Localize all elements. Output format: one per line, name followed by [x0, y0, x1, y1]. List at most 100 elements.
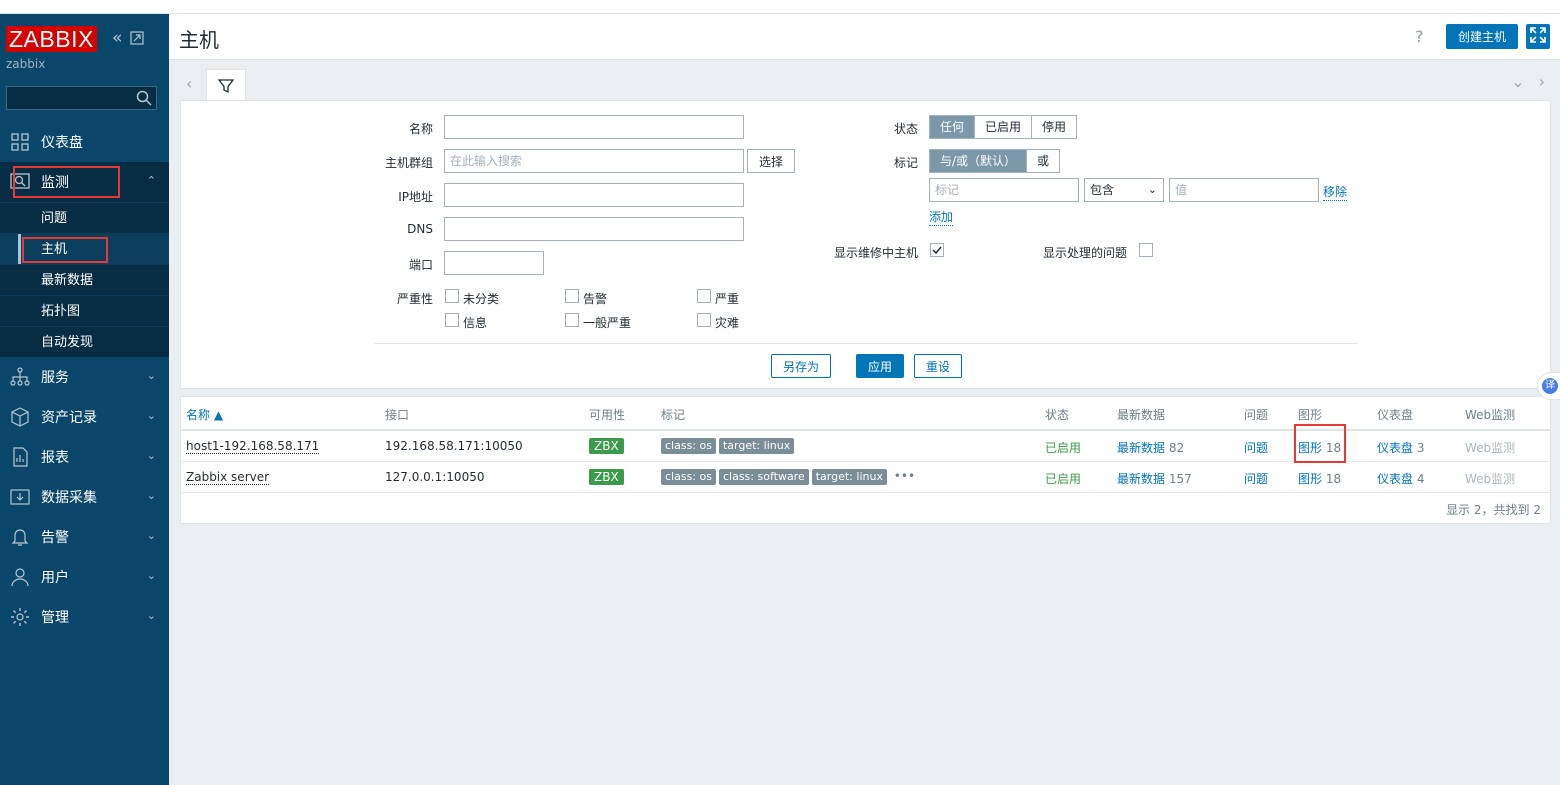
user-icon — [11, 568, 29, 587]
severity-option-label: 未分类 — [463, 292, 500, 306]
submenu-latest-data[interactable]: 最新数据 — [0, 264, 169, 295]
menu-users[interactable]: 用户 ⌄ — [0, 557, 169, 597]
tag-value-input[interactable] — [1169, 178, 1319, 202]
zabbix-logo[interactable]: ZABBIX — [6, 26, 97, 52]
problems-link[interactable]: 问题 — [1244, 470, 1268, 487]
severity-average-checkbox[interactable] — [565, 313, 579, 327]
show-maintenance-label: 显示维修中主机 — [833, 246, 918, 260]
name-input[interactable] — [444, 115, 744, 139]
chevron-right-icon[interactable]: › — [1539, 72, 1545, 91]
tag-badge[interactable]: class: os — [661, 438, 716, 454]
hostgroup-input[interactable] — [444, 149, 744, 173]
create-host-button[interactable]: 创建主机 — [1446, 24, 1518, 49]
graphs-link[interactable]: 图形 — [1298, 472, 1322, 486]
menu-administration[interactable]: 管理 ⌄ — [0, 597, 169, 637]
menu-label: 告警 — [41, 530, 69, 546]
translate-button[interactable]: 译 — [1537, 372, 1560, 400]
collapse-sidebar-icon[interactable]: « — [112, 28, 122, 50]
problems-link[interactable]: 问题 — [1244, 439, 1268, 456]
severity-unclassified-checkbox[interactable] — [445, 289, 459, 303]
port-input[interactable] — [444, 251, 544, 275]
dashboards-count: 3 — [1416, 441, 1425, 455]
menu-dashboard[interactable]: 仪表盘 — [0, 122, 169, 162]
filter-tab[interactable] — [206, 69, 246, 101]
top-strip — [0, 0, 1560, 14]
remove-tag-link[interactable]: 移除 — [1323, 183, 1348, 201]
latest-data-link[interactable]: 最新数据 — [1117, 441, 1165, 455]
main-menu: 仪表盘 监测 ⌃ 问题 主机 最新数据 拓扑图 自动发现 服务 ⌄ 资产记录 ⌄… — [0, 122, 169, 637]
col-web: Web监测 — [1465, 408, 1516, 422]
availability-badge[interactable]: ZBX — [589, 469, 624, 485]
save-as-button[interactable]: 另存为 — [771, 354, 831, 378]
tags-or[interactable]: 或 — [1027, 150, 1060, 172]
tags-label: 标记 — [893, 156, 918, 170]
search-icon[interactable] — [136, 90, 152, 106]
submenu-problems[interactable]: 问题 — [0, 202, 169, 233]
menu-alerts[interactable]: 告警 ⌄ — [0, 517, 169, 557]
severity-option-label: 一般严重 — [583, 316, 632, 330]
col-status[interactable]: 状态 — [1045, 406, 1069, 423]
dashboards-count: 4 — [1416, 472, 1425, 486]
graphs-link[interactable]: 图形 — [1298, 441, 1322, 455]
dns-label: DNS — [407, 222, 433, 236]
status-enabled[interactable]: 已启用 — [975, 116, 1033, 138]
dashboards-link[interactable]: 仪表盘 — [1377, 472, 1413, 486]
menu-reports[interactable]: 报表 ⌄ — [0, 437, 169, 477]
hosts-table: 名称 ▲ 接口 可用性 标记 状态 最新数据 问题 图形 仪表盘 Web监测 h… — [180, 396, 1551, 524]
logo-row: ZABBIX — [6, 26, 97, 52]
chevron-down-icon: ⌄ — [146, 369, 156, 382]
host-status[interactable]: 已启用 — [1045, 470, 1081, 487]
show-maintenance-checkbox[interactable] — [930, 243, 944, 257]
hide-sidebar-icon[interactable] — [130, 28, 145, 50]
monitoring-submenu: 问题 主机 最新数据 拓扑图 自动发现 — [0, 202, 169, 357]
severity-warning-checkbox[interactable] — [565, 289, 579, 303]
severity-option-label: 告警 — [583, 292, 608, 306]
help-icon[interactable]: ? — [1415, 27, 1424, 46]
submenu-maps[interactable]: 拓扑图 — [0, 295, 169, 326]
chevron-up-icon: ⌃ — [146, 174, 156, 187]
severity-high-checkbox[interactable] — [697, 289, 711, 303]
status-any[interactable]: 任何 — [930, 116, 976, 138]
dashboards-link[interactable]: 仪表盘 — [1377, 441, 1413, 455]
tag-badge[interactable]: target: linux — [811, 469, 887, 485]
tab-nav: ⌄ › — [1511, 72, 1545, 91]
menu-data-collection[interactable]: 数据采集 ⌄ — [0, 477, 169, 517]
dns-input[interactable] — [444, 217, 744, 241]
tag-badge[interactable]: class: os — [661, 469, 716, 485]
ip-input[interactable] — [444, 183, 744, 207]
host-name-link[interactable]: host1-192.168.58.171 — [186, 439, 320, 454]
select-hostgroup-button[interactable]: 选择 — [747, 149, 795, 173]
show-suppressed-checkbox[interactable] — [1139, 243, 1153, 257]
menu-monitoring[interactable]: 监测 ⌃ — [0, 162, 169, 202]
tag-name-input[interactable] — [929, 178, 1079, 202]
menu-services[interactable]: 服务 ⌄ — [0, 357, 169, 397]
add-tag-link[interactable]: 添加 — [929, 208, 954, 226]
tag-badge[interactable]: class: software — [718, 469, 809, 485]
menu-inventory[interactable]: 资产记录 ⌄ — [0, 397, 169, 437]
status-disabled[interactable]: 停用 — [1032, 116, 1077, 138]
tag-badge[interactable]: target: linux — [718, 438, 795, 454]
host-name-link[interactable]: Zabbix server — [186, 470, 270, 485]
inventory-icon — [11, 407, 29, 427]
host-interface: 192.168.58.171:10050 — [385, 439, 523, 453]
tag-operator-select[interactable]: 包含 ⌄ — [1084, 178, 1164, 202]
latest-data-link[interactable]: 最新数据 — [1117, 472, 1165, 486]
availability-badge[interactable]: ZBX — [589, 438, 624, 454]
col-name[interactable]: 名称 ▲ — [186, 406, 223, 423]
severity-disaster-checkbox[interactable] — [697, 313, 711, 327]
severity-information-checkbox[interactable] — [445, 313, 459, 327]
monitoring-icon — [10, 173, 30, 189]
submenu-discovery[interactable]: 自动发现 — [0, 326, 169, 357]
chevron-left-icon[interactable]: ‹ — [186, 74, 192, 93]
chevron-down-icon[interactable]: ⌄ — [1511, 72, 1524, 91]
more-tags-icon[interactable]: ••• — [894, 469, 915, 483]
apply-button[interactable]: 应用 — [856, 354, 904, 378]
submenu-hosts[interactable]: 主机 — [0, 233, 169, 265]
sidebar-search-input[interactable] — [7, 87, 131, 109]
reset-button[interactable]: 重设 — [914, 354, 962, 378]
tags-and-or[interactable]: 与/或（默认） — [930, 150, 1028, 172]
ip-label: IP地址 — [398, 190, 433, 204]
host-status[interactable]: 已启用 — [1045, 439, 1081, 456]
fullscreen-button[interactable] — [1526, 24, 1550, 49]
sidebar: ZABBIX « zabbix 仪表盘 监测 ⌃ 问题 主机 最新数据 拓扑图 … — [0, 14, 169, 785]
